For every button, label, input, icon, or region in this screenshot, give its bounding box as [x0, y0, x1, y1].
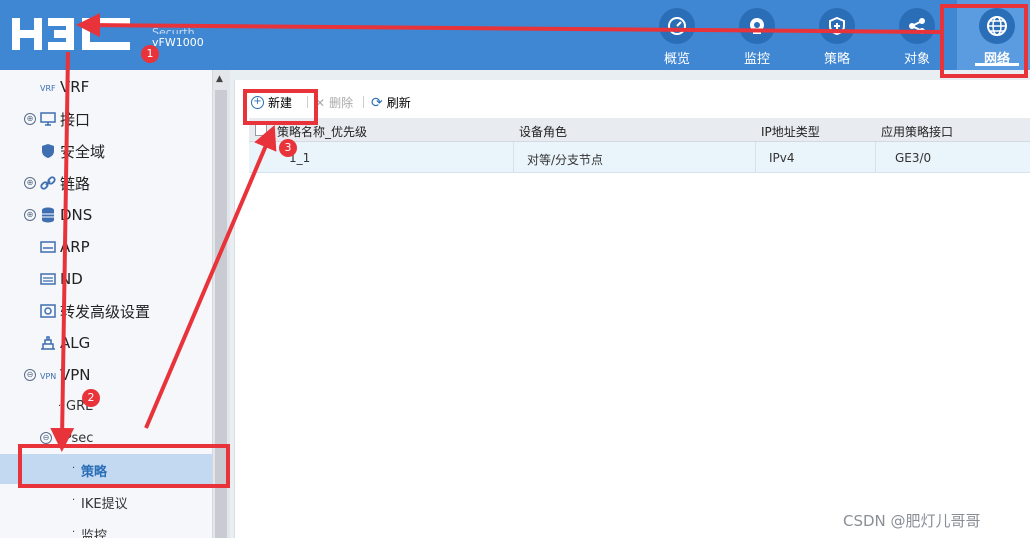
sidebar-subitem-monitor[interactable]: · 监控 — [0, 518, 212, 538]
scroll-up-icon[interactable]: ▲ — [216, 74, 223, 84]
nd-icon — [40, 271, 56, 287]
h3c-logo — [12, 18, 130, 50]
column-header[interactable]: 策略名称_优先级 — [277, 123, 367, 140]
column-header[interactable]: 设备角色 — [519, 123, 567, 140]
gauge-icon — [668, 17, 686, 35]
database-icon — [40, 207, 56, 223]
sidebar-subitem-gre[interactable]: · GRE — [0, 392, 212, 422]
camera-icon — [750, 18, 764, 34]
expand-icon[interactable]: ⊕ — [24, 209, 36, 221]
annotation-badge: 1 — [141, 45, 159, 63]
column-header[interactable]: IP地址类型 — [761, 123, 820, 140]
main-content: + 新建 ✕ 删除 ⟳ 刷新 策略名称_优先级 设备角色 IP地址类型 应用策略… — [234, 80, 1030, 538]
toolbar: + 新建 ✕ 删除 ⟳ 刷新 — [235, 92, 1030, 112]
arp-icon — [40, 239, 56, 255]
sidebar-item-alg[interactable]: ALG — [0, 328, 212, 358]
nav-overview[interactable]: 概览 — [637, 0, 717, 70]
shield-icon — [829, 16, 845, 36]
sidebar-item-interface[interactable]: ⊕ 接口 — [0, 104, 212, 134]
link-icon — [40, 175, 56, 191]
annotation-badge: 2 — [82, 389, 100, 407]
svg-text:VPN: VPN — [40, 372, 56, 381]
sidebar-item-link[interactable]: ⊕ 链路 — [0, 168, 212, 198]
settings-icon — [40, 303, 56, 319]
collapse-icon[interactable]: ⊖ — [40, 432, 52, 444]
vpn-icon: VPN — [40, 367, 56, 383]
table-header: 策略名称_优先级 设备角色 IP地址类型 应用策略接口 — [249, 118, 1030, 142]
sidebar-item-dns[interactable]: ⊕ DNS — [0, 200, 212, 230]
sidebar-item-vrf[interactable]: VRF VRF — [0, 72, 212, 102]
sidebar-item-forwarding[interactable]: 转发高级设置 — [0, 296, 212, 326]
annotation-box-policy — [18, 444, 230, 488]
sidebar-item-vpn[interactable]: ⊖ VPN VPN — [0, 360, 212, 390]
refresh-button[interactable]: ⟳ 刷新 — [371, 94, 411, 111]
sidebar-item-arp[interactable]: ARP — [0, 232, 212, 262]
refresh-icon: ⟳ — [371, 94, 383, 111]
shield-icon — [40, 143, 56, 159]
alg-icon — [40, 335, 56, 351]
expand-icon[interactable]: ⊕ — [24, 113, 36, 125]
monitor-icon — [40, 111, 56, 127]
annotation-box-new — [243, 89, 318, 125]
nav-policy[interactable]: 策略 — [797, 0, 877, 70]
table-row[interactable]: 1_1 对等/分支节点 IPv4 GE3/0 — [249, 142, 1030, 173]
delete-button[interactable]: ✕ 删除 — [315, 94, 353, 111]
nav-monitor[interactable]: 监控 — [717, 0, 797, 70]
collapse-icon[interactable]: ⊖ — [24, 369, 36, 381]
product-name: Securth vFW1000 — [152, 28, 204, 49]
vrf-icon: VRF — [40, 79, 56, 95]
watermark: CSDN @肥灯儿哥哥 — [843, 512, 981, 530]
sidebar-item-security-zone[interactable]: 安全域 — [0, 136, 212, 166]
annotation-badge: 3 — [279, 139, 297, 157]
expand-icon[interactable]: ⊕ — [24, 177, 36, 189]
sidebar-item-nd[interactable]: ND — [0, 264, 212, 294]
sidebar-subitem-ike-proposal[interactable]: · IKE提议 — [0, 486, 212, 516]
svg-text:VRF: VRF — [40, 84, 56, 93]
select-all-checkbox[interactable] — [255, 124, 267, 136]
share-icon — [909, 18, 925, 34]
column-header[interactable]: 应用策略接口 — [881, 123, 953, 140]
annotation-box-network — [940, 4, 1028, 78]
